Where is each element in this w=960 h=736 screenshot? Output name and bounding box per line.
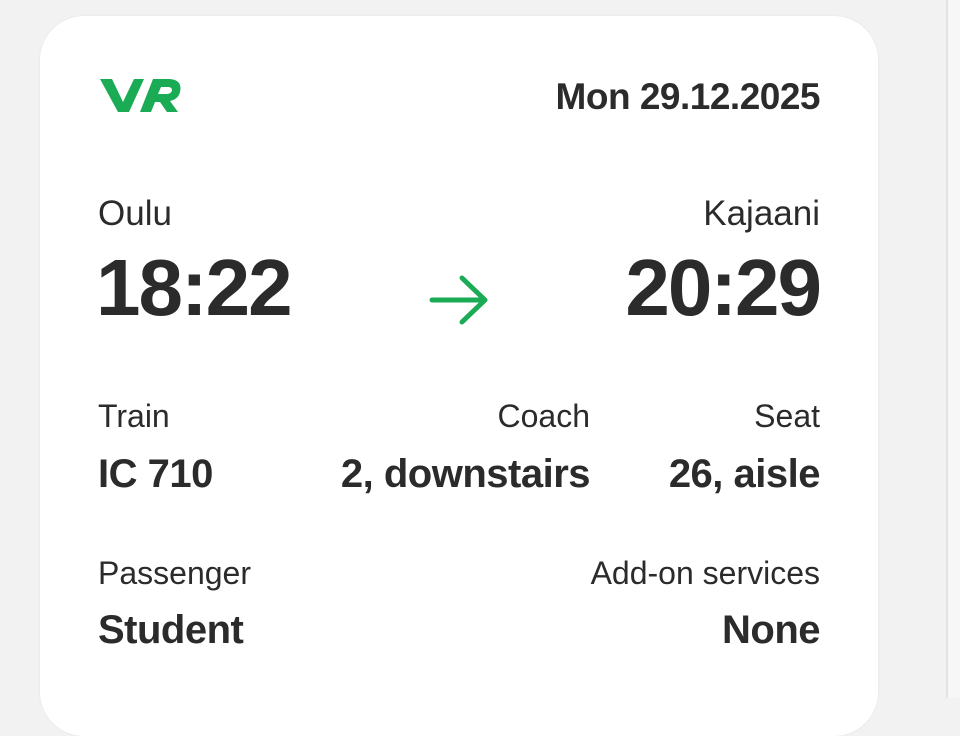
departure-time: 18:22 bbox=[96, 243, 293, 332]
origin-station: Oulu bbox=[98, 194, 172, 233]
coach-label: Coach bbox=[497, 398, 591, 434]
passenger-label: Passenger bbox=[98, 555, 251, 591]
scrollbar-edge bbox=[946, 0, 960, 698]
train-value: IC 710 bbox=[98, 452, 213, 496]
seat-value: 26, aisle bbox=[668, 452, 821, 496]
travel-date: Mon 29.12.2025 bbox=[555, 76, 821, 117]
addons-value: None bbox=[722, 608, 821, 652]
vr-logo-icon bbox=[100, 79, 181, 112]
destination-station: Kajaani bbox=[703, 194, 820, 233]
ticket-card: Mon 29.12.2025 Oulu Kajaani 18:22 20:29 … bbox=[40, 16, 878, 736]
addons-label: Add-on services bbox=[590, 555, 820, 591]
passenger-value: Student bbox=[98, 608, 244, 652]
train-label: Train bbox=[98, 398, 170, 434]
arrow-right-icon bbox=[429, 275, 488, 325]
coach-value: 2, downstairs bbox=[340, 452, 591, 496]
seat-label: Seat bbox=[754, 398, 820, 434]
arrival-time: 20:29 bbox=[625, 243, 822, 332]
